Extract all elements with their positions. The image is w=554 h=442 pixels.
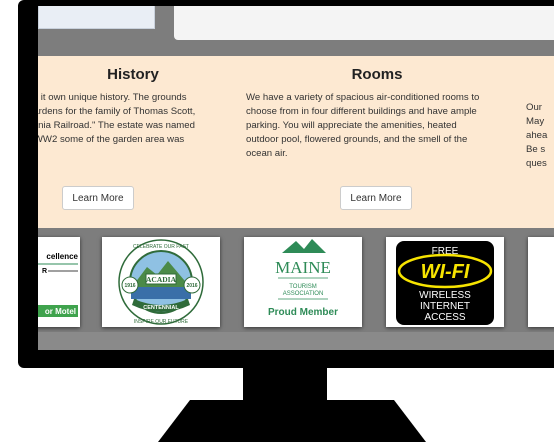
top-strip — [38, 6, 554, 46]
maine-tourism-icon: MAINE TOURISM ASSOCIATION Proud Member — [268, 239, 338, 318]
info-band: History as it own unique history. The gr… — [38, 56, 554, 228]
rooms-learn-more-button[interactable]: Learn More — [340, 186, 412, 210]
svg-text:CELEBRATE OUR PAST: CELEBRATE OUR PAST — [133, 244, 189, 250]
monitor-foot-left — [158, 400, 190, 442]
svg-text:MAINE: MAINE — [275, 258, 331, 277]
svg-text:CENTENNIAL: CENTENNIAL — [143, 305, 179, 311]
monitor-foot-right — [394, 400, 426, 442]
svg-text:ASSOCIATION: ASSOCIATION — [283, 291, 324, 297]
svg-text:Proud Member: Proud Member — [268, 307, 338, 318]
rooms-column: Rooms We have a variety of spacious air-… — [246, 66, 508, 161]
svg-text:or Motel: or Motel — [45, 307, 76, 316]
history-learn-more-button[interactable]: Learn More — [62, 186, 134, 210]
third-column: Our May ahea Be s ques — [526, 66, 554, 171]
excellence-award-logo[interactable]: cellence R r or Motel — [38, 237, 80, 327]
svg-text:R: R — [42, 268, 47, 275]
svg-text:WI-FI: WI-FI — [421, 261, 470, 283]
svg-text:TOURISM: TOURISM — [289, 284, 317, 290]
acadia-centennial-logo[interactable]: ACADIA CENTENNIAL 1916 2016 CELEBRATE OU… — [102, 237, 220, 327]
svg-text:INSPIRE OUR FUTURE: INSPIRE OUR FUTURE — [134, 319, 189, 325]
svg-text:ACADIA: ACADIA — [146, 275, 177, 284]
wifi-badge-icon: FREE WI-FI WIRELESS INTERNET ACCESS — [396, 241, 494, 325]
history-column: History as it own unique history. The gr… — [38, 66, 218, 147]
history-title: History — [107, 66, 159, 83]
svg-text:1916: 1916 — [124, 283, 135, 289]
svg-text:INTERNET: INTERNET — [420, 301, 470, 312]
monitor-foot — [190, 400, 394, 442]
svg-text:ACCESS: ACCESS — [424, 312, 465, 323]
svg-text:cellence: cellence — [46, 252, 78, 261]
partial-logo[interactable] — [528, 237, 554, 327]
acadia-seal-icon: ACADIA CENTENNIAL 1916 2016 CELEBRATE OU… — [118, 239, 204, 325]
rooms-text: We have a variety of spacious air-condit… — [246, 92, 480, 159]
free-wifi-logo[interactable]: FREE WI-FI WIRELESS INTERNET ACCESS — [386, 237, 504, 327]
history-text: as it own unique history. The grounds ga… — [38, 92, 196, 145]
svg-text:WIRELESS: WIRELESS — [419, 290, 471, 301]
monitor-screen: History as it own unique history. The gr… — [38, 6, 554, 350]
maine-tourism-logo[interactable]: MAINE TOURISM ASSOCIATION Proud Member — [244, 237, 362, 327]
top-left-panel — [38, 6, 155, 29]
screen-bottom-strip — [38, 332, 554, 350]
top-right-panel — [174, 6, 554, 40]
svg-text:2016: 2016 — [186, 283, 197, 289]
excellence-badge-icon: cellence R r or Motel — [38, 237, 80, 327]
third-text: Our May ahea Be s ques — [526, 102, 548, 169]
rooms-title: Rooms — [351, 66, 403, 83]
